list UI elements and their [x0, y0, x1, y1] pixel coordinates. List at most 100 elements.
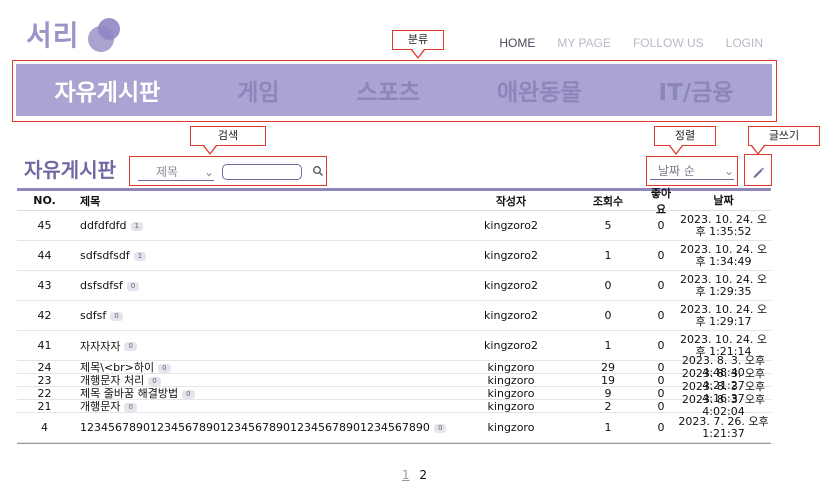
category-bar: 자유게시판 게임 스포츠 애완동물 IT/금융 [16, 64, 772, 116]
row-author-text: kingzoro2 [484, 339, 538, 352]
row-likes: 0 [646, 374, 676, 387]
row-date: 2023. 10. 24. 오후 1:34:49 [676, 243, 771, 268]
table-row[interactable]: 21 개행문자 0 kingzoro 2 0 2023. 8. 3. 오후 4:02:04 [17, 394, 771, 418]
row-no-text: 45 [37, 219, 52, 232]
row-views: 29 [570, 361, 646, 374]
sort-select[interactable]: 날짜 순 ⌄ [650, 162, 734, 180]
comment-count-badge: 1 [130, 221, 143, 231]
nav-login[interactable]: LOGIN [726, 36, 763, 50]
row-views: 1 [570, 249, 646, 262]
category-it[interactable]: IT/금융 [659, 73, 734, 107]
table-row[interactable]: 41 자자자자 0 kingzoro2 1 0 2023. 10. 24. 오후 1:21:… [17, 331, 771, 361]
search-field-value: 제목 [156, 165, 179, 179]
table-header: NO. 제목 작성자 조회수 좋아요 날짜 [17, 187, 771, 216]
row-title-text: sdfsdfsdf [80, 249, 130, 262]
pagination: 1 2 [0, 468, 829, 482]
row-author-text: kingzoro2 [484, 309, 538, 322]
row-likes: 0 [646, 400, 676, 413]
chevron-down-icon: ⌄ [723, 163, 734, 178]
row-author-text: kingzoro2 [484, 279, 538, 292]
callout-tail [669, 145, 683, 155]
row-author-text: kingzoro [487, 399, 535, 413]
row-date-text: 2023. 10. 24. 오후 1:35:52 [679, 212, 768, 238]
annotation-sort: 정렬 [654, 126, 716, 146]
row-author: kingzoro [452, 387, 570, 400]
row-no-text: 44 [37, 249, 52, 262]
row-no: 44 [17, 249, 72, 262]
row-author: kingzoro [452, 374, 570, 387]
comment-count-badge: 0 [124, 342, 137, 351]
row-title-text: sdfsf [80, 309, 107, 322]
row-title[interactable]: 개행문자 0 [72, 398, 452, 414]
row-no-text: 4 [41, 421, 48, 434]
nav-follow[interactable]: FOLLOW US [633, 36, 704, 50]
row-no: 23 [17, 374, 72, 387]
row-title[interactable]: dsfsdfsf 0 [72, 279, 452, 292]
row-views: 5 [570, 219, 646, 232]
nav-mypage[interactable]: MY PAGE [557, 36, 611, 50]
search-icon[interactable] [312, 165, 324, 177]
row-title[interactable]: sdfsf 0 [72, 309, 452, 322]
category-sports[interactable]: 스포츠 [357, 73, 420, 107]
row-title[interactable]: 자자자자 0 [72, 338, 452, 354]
row-likes: 0 [646, 361, 676, 374]
row-author-text: kingzoro [487, 386, 535, 400]
row-title[interactable]: sdfsdfsdf 1 [72, 249, 452, 262]
row-no-text: 22 [37, 386, 52, 400]
row-likes-text: 0 [657, 279, 665, 292]
row-date: 2023. 7. 26. 오후 1:21:37 [676, 414, 771, 440]
row-no-text: 41 [37, 339, 52, 352]
header-author: 작성자 [495, 194, 527, 208]
row-likes-text: 0 [657, 373, 665, 387]
row-no: 21 [17, 400, 72, 413]
row-views: 1 [570, 339, 646, 352]
row-no-text: 23 [37, 373, 52, 387]
page-link[interactable]: 2 [419, 468, 427, 482]
annotation-category: 분류 [392, 30, 444, 50]
row-title-text: dsfsdfsf [80, 279, 123, 292]
row-views-text: 0 [604, 309, 612, 322]
row-date: 2023. 10. 24. 오후 1:29:35 [676, 272, 771, 298]
row-likes-text: 0 [657, 386, 665, 400]
site-logo[interactable]: 서리 [26, 14, 80, 54]
header-date: 날짜 [713, 193, 734, 207]
top-nav: HOME MY PAGE FOLLOW US LOGIN [499, 36, 763, 50]
row-date: 2023. 10. 24. 오후 1:29:17 [676, 303, 771, 328]
nav-home[interactable]: HOME [499, 36, 535, 50]
row-likes: 0 [646, 387, 676, 400]
row-title[interactable]: ddfdfdfd 1 [72, 219, 452, 232]
row-author: kingzoro [452, 361, 570, 374]
table-row[interactable]: 4 123456789012345678901234567890123456789… [17, 413, 771, 443]
row-author-text: kingzoro [487, 421, 535, 434]
pencil-icon[interactable] [751, 165, 765, 179]
page-link[interactable]: 1 [402, 468, 410, 482]
row-author-text: kingzoro [487, 360, 535, 374]
category-free[interactable]: 자유게시판 [54, 73, 160, 107]
row-author-text: kingzoro [487, 373, 535, 387]
table-row[interactable]: 43 dsfsdfsf 0 kingzoro2 0 0 2023. 10. 24. 오후 1… [17, 271, 771, 301]
row-views: 9 [570, 387, 646, 400]
header-views: 조회수 [592, 194, 624, 208]
row-likes: 0 [646, 339, 676, 352]
category-pets[interactable]: 애완동물 [497, 73, 582, 107]
table-row[interactable]: 42 sdfsf 0 kingzoro2 0 0 2023. 10. 24. 오후 1:29… [17, 301, 771, 331]
search-input[interactable] [222, 164, 302, 180]
row-views-text: 5 [604, 219, 612, 232]
row-date-text: 2023. 7. 26. 오후 1:21:37 [678, 414, 769, 440]
comment-count-badge: 0 [433, 423, 447, 433]
table-row[interactable]: 44 sdfsdfsdf 1 kingzoro2 1 0 2023. 10. 24. 오후 … [17, 241, 771, 271]
category-game[interactable]: 게임 [237, 73, 279, 107]
header-title: 제목 [80, 194, 101, 208]
row-no: 45 [17, 219, 72, 232]
row-title-text: 개행문자 [80, 400, 121, 413]
row-author: kingzoro2 [452, 219, 570, 232]
header-no: NO. [33, 194, 56, 207]
row-likes-text: 0 [657, 360, 665, 374]
search-field-select[interactable]: 제목 ⌄ [138, 163, 214, 181]
row-title[interactable]: 1234567890123456789012345678901234567890… [72, 421, 452, 434]
row-title-text: 1234567890123456789012345678901234567890… [80, 421, 430, 434]
row-title-text: 자자자자 [80, 339, 121, 353]
row-date-text: 2023. 10. 24. 오후 1:29:35 [679, 272, 768, 298]
chevron-down-icon: ⌄ [203, 164, 214, 179]
row-views: 0 [570, 279, 646, 292]
